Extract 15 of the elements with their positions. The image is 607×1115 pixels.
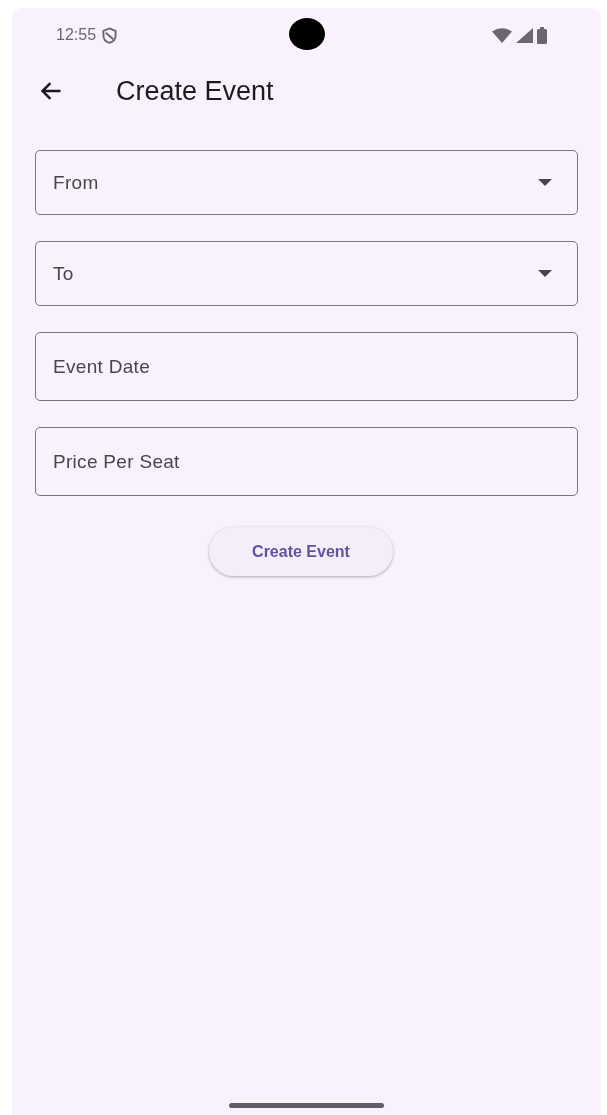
dropdown-field[interactable]: To [35, 241, 578, 306]
wifi-icon [492, 27, 512, 43]
dropdown-field[interactable]: From [35, 150, 578, 215]
signal-icon [516, 27, 533, 43]
caret-icon [538, 179, 552, 186]
clock: 12:55 [56, 26, 97, 44]
page-title: Create Event [116, 75, 274, 107]
shield-icon [102, 26, 118, 44]
camera-cutout [289, 18, 325, 50]
battery-icon [537, 26, 547, 44]
caret-icon [538, 270, 552, 277]
input-field[interactable]: Price Per Seat [35, 427, 578, 496]
create-event-button[interactable]: Create Event [209, 527, 393, 576]
back-arrow-icon[interactable] [41, 82, 62, 100]
input-field[interactable]: Event Date [35, 332, 578, 401]
